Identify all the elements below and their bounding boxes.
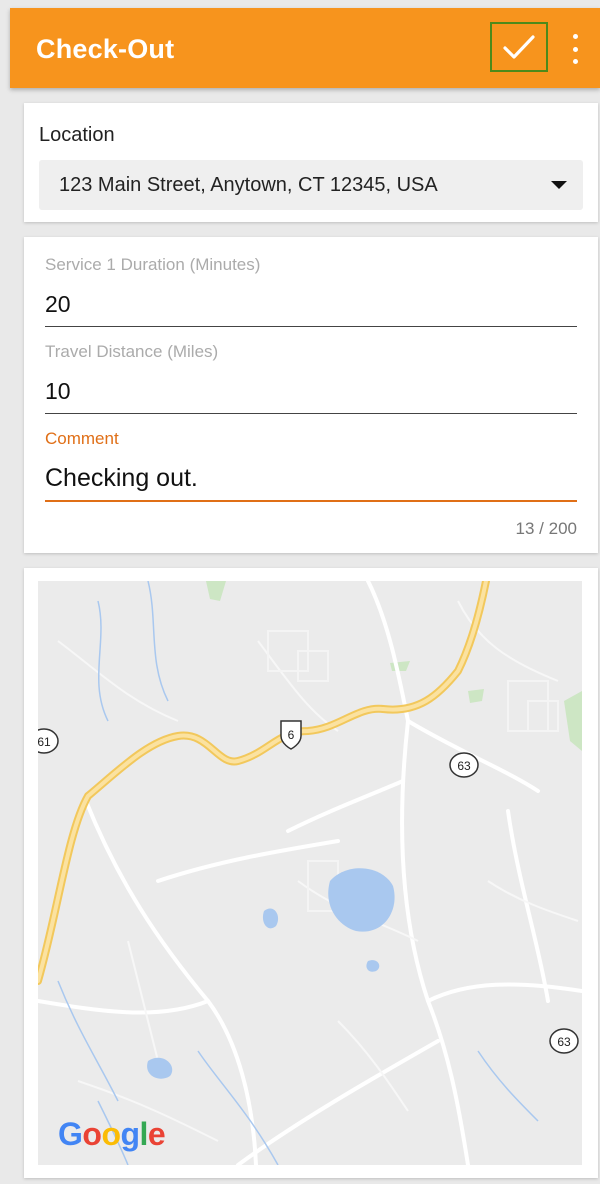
google-logo: Google	[58, 1116, 166, 1152]
route-shield-63-north: 63	[449, 752, 479, 778]
more-options-button[interactable]	[566, 34, 584, 64]
dropdown-arrow-icon	[551, 181, 567, 189]
location-label: Location	[39, 124, 115, 146]
location-selected-value: 123 Main Street, Anytown, CT 12345, USA	[59, 173, 438, 196]
service-duration-label: Service 1 Duration (Minutes)	[45, 255, 261, 274]
location-dropdown[interactable]: 123 Main Street, Anytown, CT 12345, USA	[39, 160, 583, 210]
page-title: Check-Out	[36, 34, 175, 64]
route-shield-61: 61	[38, 728, 59, 754]
route-shield-63-south: 63	[549, 1028, 579, 1054]
svg-text:63: 63	[457, 759, 471, 773]
travel-distance-input[interactable]: 10	[45, 374, 577, 414]
more-vert-icon-dot	[572, 59, 578, 64]
map-canvas: 61 6 63 63	[38, 581, 582, 1165]
more-vert-icon-dot	[572, 46, 578, 52]
svg-text:61: 61	[38, 735, 51, 749]
svg-text:63: 63	[557, 1035, 571, 1049]
map-card: 61 6 63 63 Google	[24, 568, 598, 1178]
service-duration-input[interactable]: 20	[45, 287, 577, 327]
map-view[interactable]: 61 6 63 63 Google	[38, 581, 582, 1165]
svg-text:6: 6	[288, 728, 295, 742]
more-vert-icon-dot	[572, 34, 578, 39]
app-bar: Check-Out	[10, 8, 600, 88]
checkout-form-card: Service 1 Duration (Minutes) 20 Travel D…	[24, 237, 598, 553]
comment-input[interactable]: Checking out.	[45, 460, 577, 502]
comment-label: Comment	[45, 429, 119, 448]
location-card: Location 123 Main Street, Anytown, CT 12…	[24, 103, 598, 222]
travel-distance-label: Travel Distance (Miles)	[45, 342, 219, 361]
check-icon	[503, 35, 535, 59]
confirm-button[interactable]	[490, 22, 548, 72]
comment-char-counter: 13 / 200	[515, 519, 577, 538]
